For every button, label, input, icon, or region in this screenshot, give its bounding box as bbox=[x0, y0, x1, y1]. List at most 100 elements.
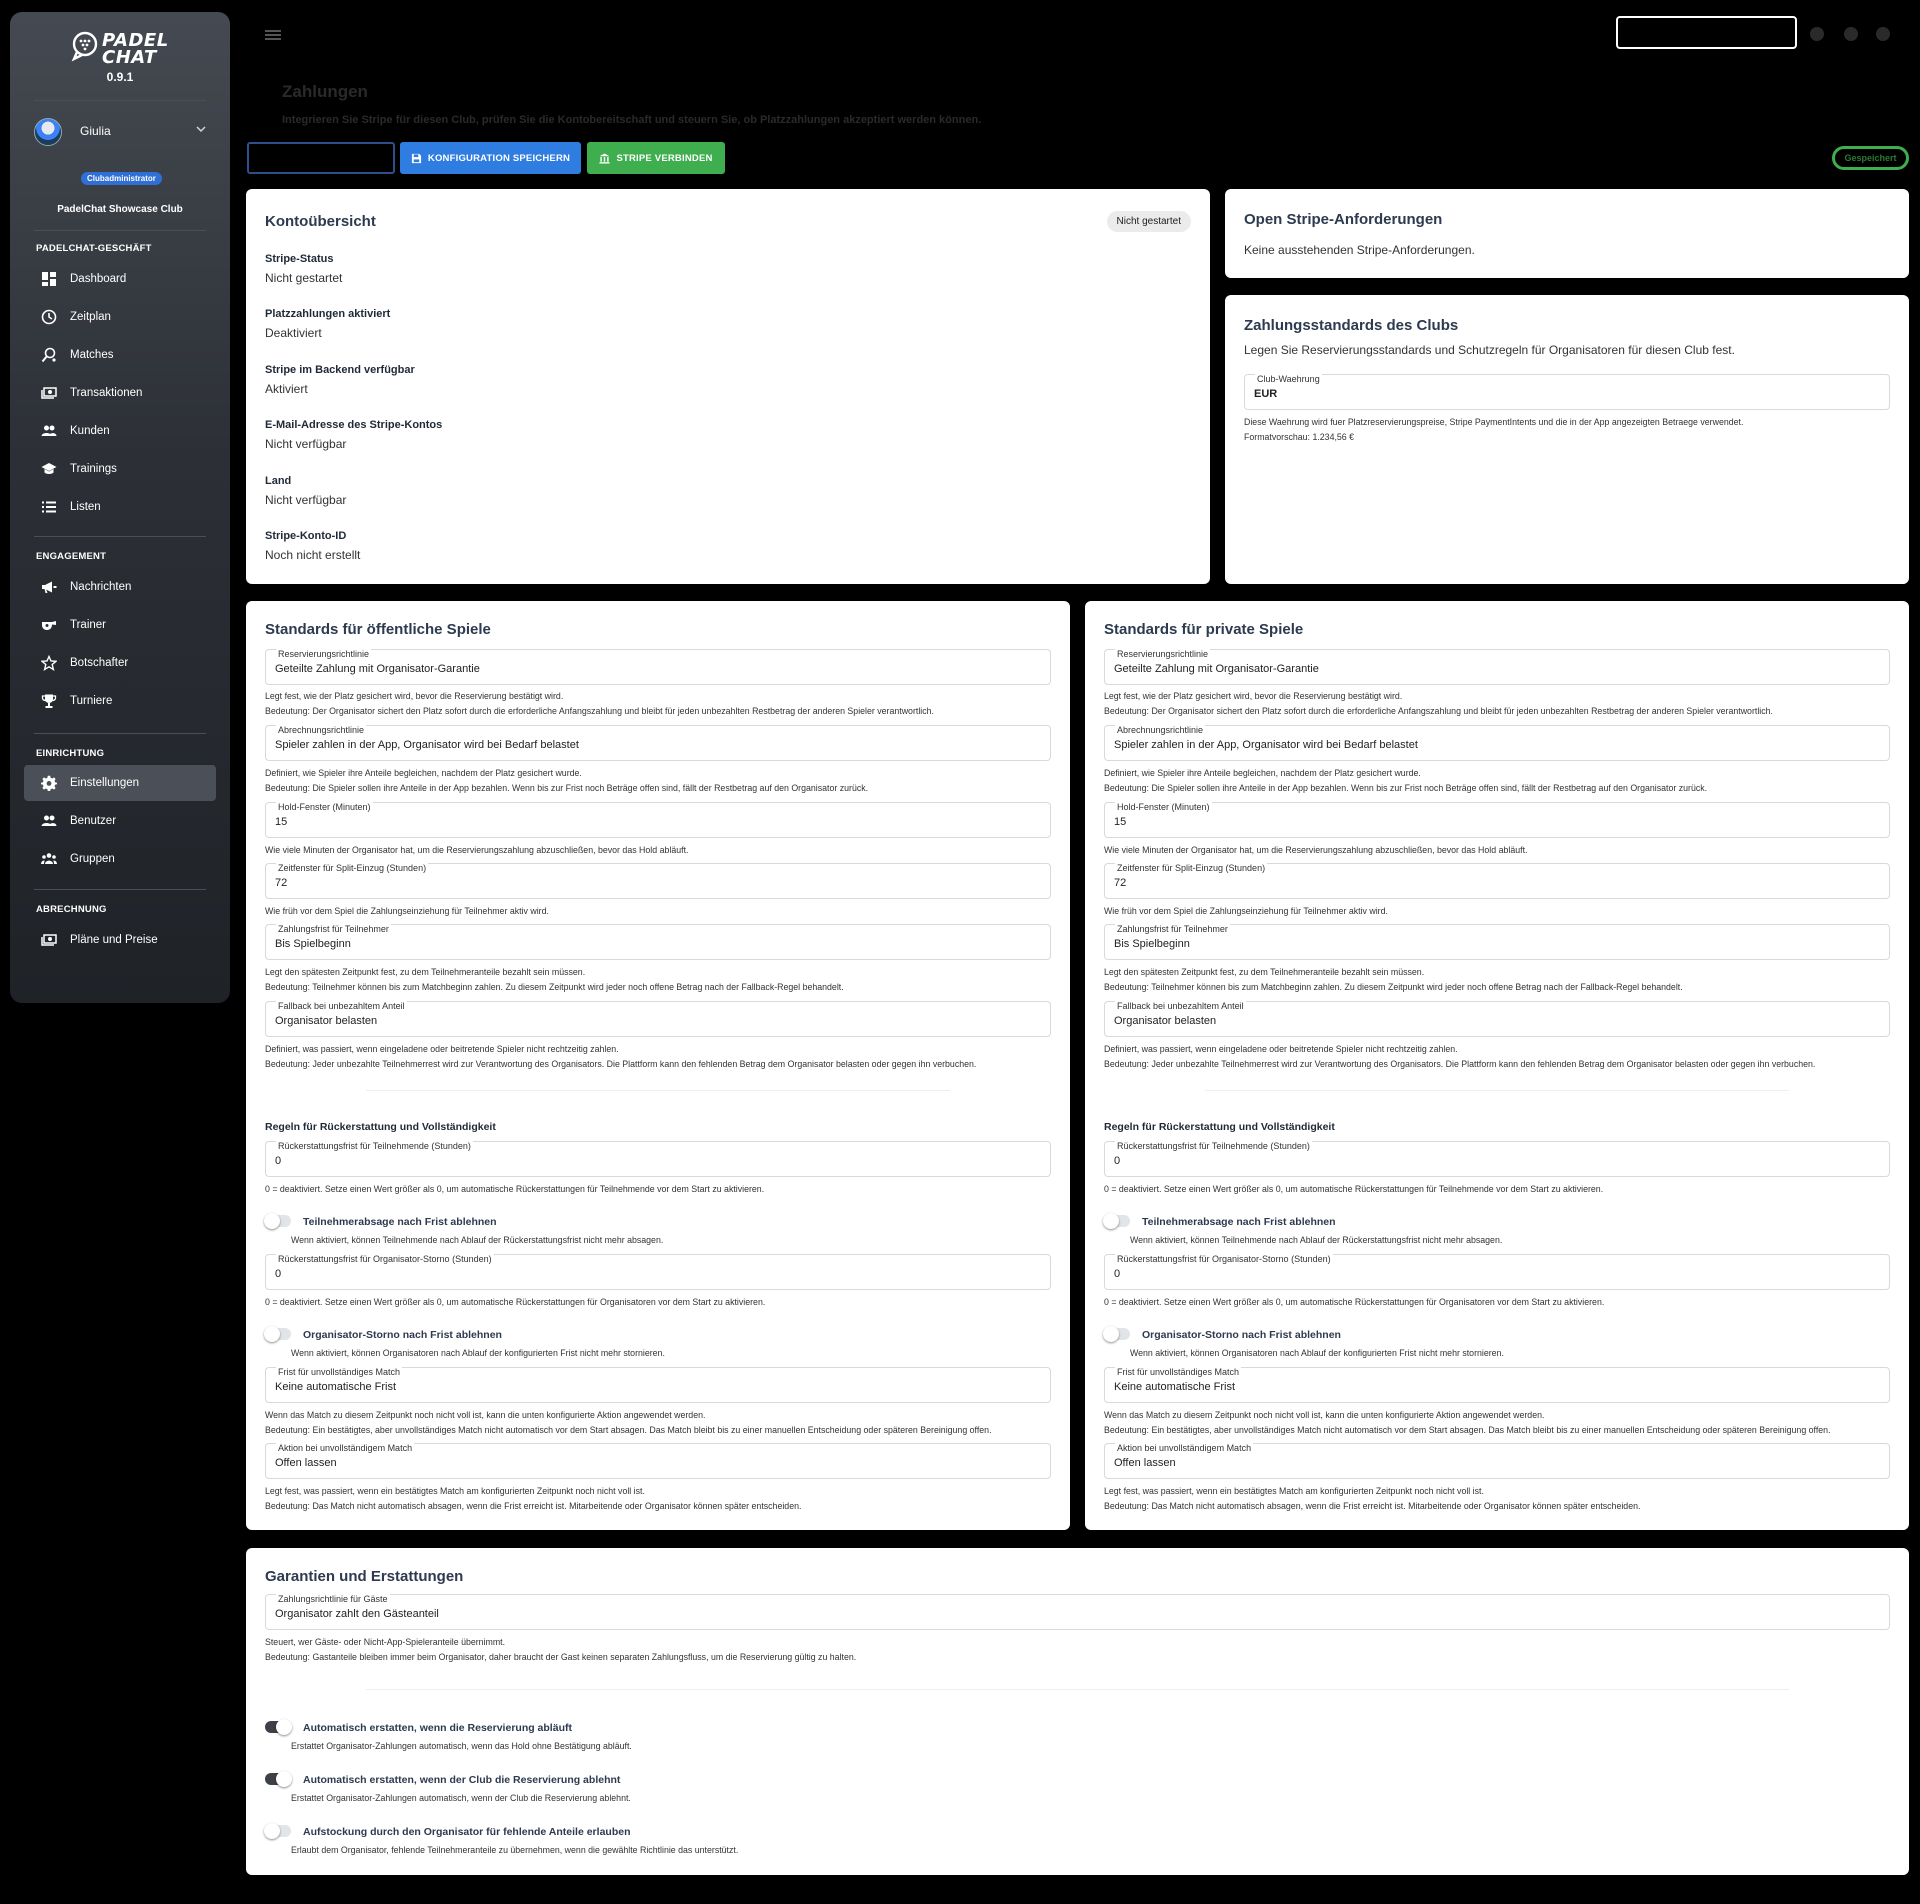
private-incomplete-action-select[interactable]: Aktion bei unvollständigem Match Offen l… bbox=[1104, 1443, 1890, 1479]
search-input[interactable] bbox=[1616, 16, 1797, 49]
private-organizer-cancel-toggle[interactable] bbox=[1103, 1326, 1130, 1342]
public-payment-deadline-select[interactable]: Zahlungsfrist für Teilnehmer Bis Spielbe… bbox=[265, 924, 1051, 960]
clock-icon bbox=[40, 308, 58, 326]
sidebar-item-zeitplan[interactable]: Zeitplan bbox=[24, 299, 216, 335]
field-label: Frist für unvollständiges Match bbox=[1115, 1367, 1242, 1377]
account-id-value: Noch nicht erstellt bbox=[265, 548, 361, 562]
user-menu[interactable]: Giulia Clubadministrator bbox=[34, 118, 212, 198]
field-value: 0 bbox=[275, 1155, 282, 1167]
sidebar-item-kunden[interactable]: Kunden bbox=[24, 413, 216, 449]
field-label: Rückerstattungsfrist für Organisator-Sto… bbox=[276, 1254, 494, 1264]
field-label: Zahlungsfrist für Teilnehmer bbox=[276, 924, 391, 934]
sidebar-item-benutzer[interactable]: Benutzer bbox=[24, 803, 216, 839]
field-label: Zahlungsrichtlinie für Gäste bbox=[276, 1594, 390, 1604]
toggle-help: Erstattet Organisator-Zahlungen automati… bbox=[291, 1741, 632, 1751]
sidebar-section-engagement: ENGAGEMENT bbox=[36, 551, 107, 562]
public-games-title: Standards für öffentliche Spiele bbox=[265, 621, 491, 638]
public-hold-window-input[interactable]: Hold-Fenster (Minuten) 15 bbox=[265, 802, 1051, 838]
field-value: 0 bbox=[275, 1268, 282, 1280]
help-text: Bedeutung: Teilnehmer können bis zum Mat… bbox=[265, 982, 844, 992]
divider bbox=[366, 1689, 1789, 1690]
public-billing-policy-select[interactable]: Abrechnungsrichtlinie Spieler zahlen in … bbox=[265, 725, 1051, 761]
connect-stripe-label: STRIPE VERBINDEN bbox=[616, 152, 713, 164]
field-label: Zahlungsfrist für Teilnehmer bbox=[1115, 924, 1230, 934]
user-name: Giulia bbox=[80, 124, 111, 138]
sidebar-item-label: Trainings bbox=[70, 463, 117, 475]
role-badge: Clubadministrator bbox=[81, 172, 162, 185]
sidebar: PADEL CHAT 0.9.1 Giulia Clubadministrato… bbox=[10, 12, 230, 1003]
toggle-label: Organisator-Storno nach Frist ablehnen bbox=[1142, 1329, 1341, 1341]
help-text: Legt den spätesten Zeitpunkt fest, zu de… bbox=[265, 967, 586, 977]
sidebar-item-listen[interactable]: Listen bbox=[24, 489, 216, 525]
field-value: Keine automatische Frist bbox=[1114, 1381, 1236, 1393]
sidebar-item-gruppen[interactable]: Gruppen bbox=[24, 841, 216, 877]
sidebar-divider bbox=[34, 536, 206, 537]
public-participant-cancel-toggle[interactable] bbox=[264, 1213, 291, 1229]
organizer-topup-toggle[interactable] bbox=[264, 1823, 291, 1839]
save-config-button[interactable]: KONFIGURATION SPEICHERN bbox=[400, 142, 581, 174]
theme-icon[interactable] bbox=[1810, 27, 1824, 41]
private-participant-cancel-toggle[interactable] bbox=[1103, 1213, 1130, 1229]
private-refund-participant-input[interactable]: Rückerstattungsfrist für Teilnehmende (S… bbox=[1104, 1141, 1890, 1177]
sidebar-item-trainer[interactable]: Trainer bbox=[24, 607, 216, 643]
auto-refund-rejection-toggle[interactable] bbox=[265, 1771, 292, 1787]
sidebar-item-nachrichten[interactable]: Nachrichten bbox=[24, 569, 216, 605]
auto-refund-expiry-toggle[interactable] bbox=[265, 1719, 292, 1735]
account-icon[interactable] bbox=[1876, 27, 1890, 41]
public-refund-organizer-input[interactable]: Rückerstattungsfrist für Organisator-Sto… bbox=[265, 1254, 1051, 1290]
notifications-icon[interactable] bbox=[1844, 27, 1858, 41]
public-reservation-policy-select[interactable]: Reservierungsrichtlinie Geteilte Zahlung… bbox=[265, 649, 1051, 685]
back-button[interactable] bbox=[247, 142, 395, 174]
private-payment-deadline-select[interactable]: Zahlungsfrist für Teilnehmer Bis Spielbe… bbox=[1104, 924, 1890, 960]
private-billing-policy-select[interactable]: Abrechnungsrichtlinie Spieler zahlen in … bbox=[1104, 725, 1890, 761]
private-refund-organizer-input[interactable]: Rückerstattungsfrist für Organisator-Sto… bbox=[1104, 1254, 1890, 1290]
sidebar-item-plaene[interactable]: Pläne und Preise bbox=[24, 922, 216, 958]
court-payments-label: Platzzahlungen aktiviert bbox=[265, 308, 391, 320]
status-badge: Gespeichert bbox=[1832, 146, 1909, 170]
help-text: 0 = deaktiviert. Setze einen Wert größer… bbox=[1104, 1184, 1604, 1194]
sidebar-item-transaktionen[interactable]: Transaktionen bbox=[24, 375, 216, 411]
private-reservation-policy-select[interactable]: Reservierungsrichtlinie Geteilte Zahlung… bbox=[1104, 649, 1890, 685]
help-text: Wie viele Minuten der Organisator hat, u… bbox=[1104, 845, 1528, 855]
private-fallback-select[interactable]: Fallback bei unbezahltem Anteil Organisa… bbox=[1104, 1001, 1890, 1037]
sidebar-section-setup: EINRICHTUNG bbox=[36, 748, 105, 759]
public-refund-participant-input[interactable]: Rückerstattungsfrist für Teilnehmende (S… bbox=[265, 1141, 1051, 1177]
field-value: 0 bbox=[1114, 1268, 1121, 1280]
public-split-window-input[interactable]: Zeitfenster für Split-Einzug (Stunden) 7… bbox=[265, 863, 1051, 899]
sidebar-item-einstellungen[interactable]: Einstellungen bbox=[24, 765, 216, 801]
currency-field[interactable]: Club-Waehrung EUR bbox=[1244, 374, 1890, 410]
brand-logo[interactable]: PADEL CHAT 0.9.1 bbox=[10, 12, 230, 102]
help-text: Bedeutung: Ein bestätigtes, aber unvolls… bbox=[1104, 1425, 1831, 1435]
sidebar-divider bbox=[34, 889, 206, 890]
public-incomplete-deadline-select[interactable]: Frist für unvollständiges Match Keine au… bbox=[265, 1367, 1051, 1403]
sidebar-item-trainings[interactable]: Trainings bbox=[24, 451, 216, 487]
field-label: Frist für unvollständiges Match bbox=[276, 1367, 403, 1377]
field-value: 72 bbox=[1114, 877, 1127, 889]
private-hold-window-input[interactable]: Hold-Fenster (Minuten) 15 bbox=[1104, 802, 1890, 838]
field-value: Spieler zahlen in der App, Organisator w… bbox=[275, 739, 579, 751]
sidebar-item-matches[interactable]: Matches bbox=[24, 337, 216, 373]
sidebar-item-botschafter[interactable]: Botschafter bbox=[24, 645, 216, 681]
private-incomplete-deadline-select[interactable]: Frist für unvollständiges Match Keine au… bbox=[1104, 1367, 1890, 1403]
menu-icon[interactable] bbox=[265, 30, 281, 40]
public-fallback-select[interactable]: Fallback bei unbezahltem Anteil Organisa… bbox=[265, 1001, 1051, 1037]
sidebar-item-dashboard[interactable]: Dashboard bbox=[24, 261, 216, 297]
guest-policy-select[interactable]: Zahlungsrichtlinie für Gäste Organisator… bbox=[265, 1594, 1890, 1630]
sidebar-section-billing: ABRECHNUNG bbox=[36, 904, 107, 915]
help-text: Wie viele Minuten der Organisator hat, u… bbox=[265, 845, 689, 855]
sidebar-item-label: Kunden bbox=[70, 425, 110, 437]
chevron-down-icon[interactable] bbox=[196, 124, 206, 134]
help-text: Wenn das Match zu diesem Zeitpunkt noch … bbox=[265, 1410, 706, 1420]
private-games-title: Standards für private Spiele bbox=[1104, 621, 1304, 638]
field-label: Reservierungsrichtlinie bbox=[276, 649, 372, 659]
bank-icon bbox=[599, 152, 610, 164]
public-incomplete-action-select[interactable]: Aktion bei unvollständigem Match Offen l… bbox=[265, 1443, 1051, 1479]
sidebar-item-turniere[interactable]: Turniere bbox=[24, 683, 216, 719]
sidebar-item-label: Benutzer bbox=[70, 815, 117, 827]
help-text: 0 = deaktiviert. Setze einen Wert größer… bbox=[1104, 1297, 1605, 1307]
connect-stripe-button[interactable]: STRIPE VERBINDEN bbox=[587, 142, 725, 174]
private-split-window-input[interactable]: Zeitfenster für Split-Einzug (Stunden) 7… bbox=[1104, 863, 1890, 899]
public-organizer-cancel-toggle[interactable] bbox=[264, 1326, 291, 1342]
help-text: Legt fest, wie der Platz gesichert wird,… bbox=[265, 691, 564, 701]
toggle-help: Wenn aktiviert, können Teilnehmende nach… bbox=[291, 1235, 664, 1245]
